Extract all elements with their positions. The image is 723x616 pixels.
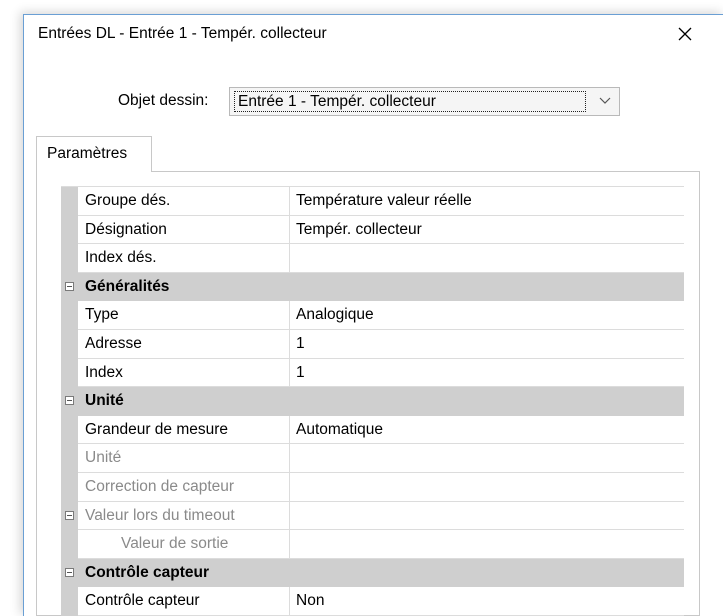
tab-parametres[interactable]: Paramètres [36,136,152,172]
property-name: Index [78,358,290,388]
property-name: Désignation [78,215,290,245]
property-row[interactable]: Valeur lors du timeout [61,501,684,531]
property-value[interactable]: Tempér. collecteur [290,216,684,245]
row-gutter [61,530,78,559]
property-value[interactable] [290,244,684,273]
property-value[interactable]: Analogique [290,301,684,330]
row-gutter [61,472,78,502]
property-name: Groupe dés. [78,187,290,216]
property-value[interactable] [290,530,684,559]
row-gutter [61,501,78,531]
category-label: Unité [85,392,124,410]
title-bar: Entrées DL - Entrée 1 - Tempér. collecte… [24,15,700,53]
property-row[interactable]: Groupe dés. Température valeur réelle [61,187,684,216]
property-value[interactable] [290,444,684,473]
category-label: Contrôle capteur [85,563,210,581]
property-name: Valeur de sortie [78,530,290,559]
property-row[interactable]: Valeur de sortie [61,530,684,559]
property-row[interactable]: Index dés. [61,244,684,273]
property-name: Grandeur de mesure [78,415,290,445]
collapse-icon[interactable] [65,396,74,406]
property-row[interactable]: Adresse 1 [61,329,684,359]
collapse-icon[interactable] [65,510,74,520]
objet-dessin-select[interactable]: Entrée 1 - Tempér. collecteur [229,87,620,116]
property-name: Correction de capteur [78,472,290,502]
row-gutter [61,358,78,388]
objet-dessin-value: Entrée 1 - Tempér. collecteur [234,91,586,112]
row-gutter [61,587,78,616]
property-name: Valeur lors du timeout [78,501,290,531]
property-row[interactable]: Type Analogique [61,301,684,330]
row-gutter [61,244,78,273]
collapse-icon[interactable] [65,567,74,577]
property-value[interactable]: Température valeur réelle [290,187,684,216]
property-name: Type [78,301,290,330]
property-name: Index dés. [78,244,290,273]
close-button[interactable] [668,17,702,51]
row-gutter [61,329,78,359]
objet-dessin-label: Objet dessin: [118,92,209,109]
row-gutter [61,187,78,216]
close-icon [678,27,692,41]
property-row[interactable]: Contrôle capteur Non [61,587,684,616]
property-name: Contrôle capteur [78,587,290,616]
row-gutter [61,444,78,473]
row-gutter [61,215,78,245]
chevron-down-icon [599,97,611,104]
property-value[interactable] [290,473,684,502]
property-row[interactable]: Correction de capteur [61,472,684,502]
row-gutter [61,387,78,416]
property-grid: Groupe dés. Température valeur réelle Dési… [61,186,684,616]
property-value[interactable] [290,502,684,531]
category-row[interactable]: Unité [61,387,684,416]
row-gutter [61,272,78,302]
property-value[interactable]: 1 [290,330,684,359]
property-value[interactable]: Automatique [290,416,684,445]
property-row[interactable]: Désignation Tempér. collecteur [61,215,684,245]
property-value[interactable]: 1 [290,359,684,388]
collapse-icon[interactable] [65,281,74,291]
property-row[interactable]: Unité [61,444,684,473]
dialog-window: Entrées DL - Entrée 1 - Tempér. collecte… [23,14,723,616]
window-title: Entrées DL - Entrée 1 - Tempér. collecte… [38,25,327,42]
category-row[interactable]: Généralités [61,272,684,302]
category-label: Généralités [85,277,170,295]
category-row[interactable]: Contrôle capteur [61,558,684,588]
row-gutter [61,415,78,445]
row-gutter [61,301,78,330]
property-row[interactable]: Grandeur de mesure Automatique [61,415,684,445]
tab-parametres-label: Paramètres [47,145,128,162]
property-name: Adresse [78,329,290,359]
property-value[interactable]: Non [290,587,684,616]
property-row[interactable]: Index 1 [61,358,684,388]
row-gutter [61,558,78,588]
property-name: Unité [78,444,290,473]
